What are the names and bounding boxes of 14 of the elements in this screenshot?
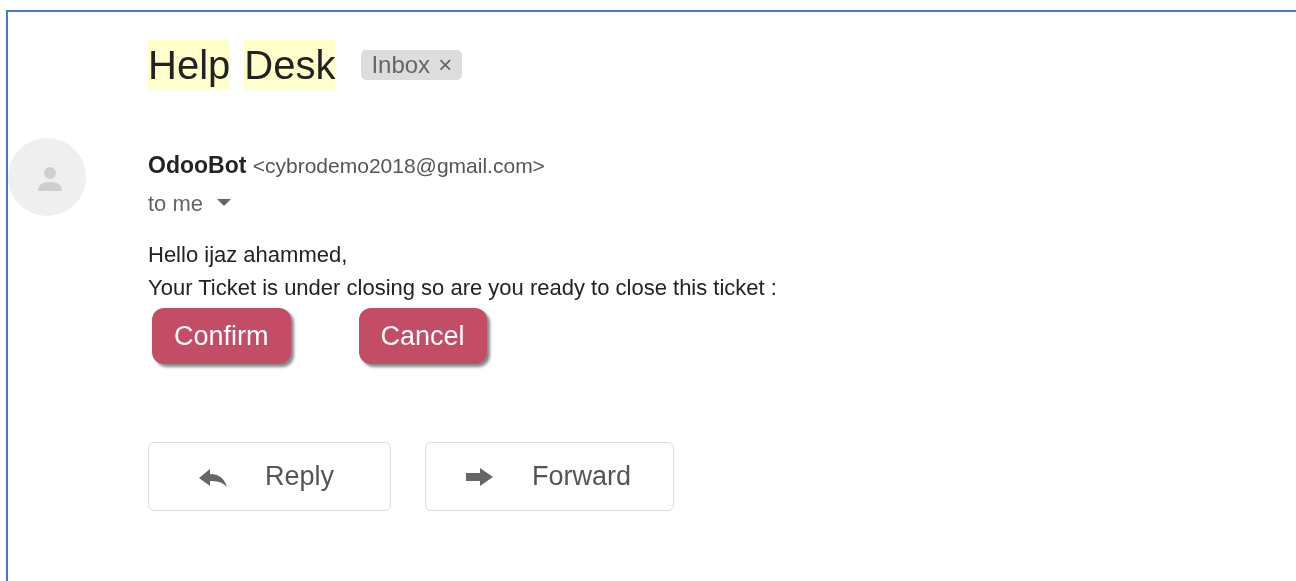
sender-name: OdooBot (148, 152, 247, 178)
cancel-button[interactable]: Cancel (358, 307, 487, 364)
message-text: Hello ijaz ahammed, (148, 240, 349, 269)
forward-button[interactable]: Forward (425, 442, 675, 511)
sender-email: <cybrodemo2018@gmail.com> (252, 154, 545, 177)
dropdown-caret-icon[interactable] (217, 199, 232, 207)
confirm-button[interactable]: Confirm (152, 307, 291, 364)
close-icon[interactable]: × (438, 50, 453, 80)
message-text: Your Ticket is under closing so are you ready to close this ticket : (148, 273, 777, 302)
reply-button[interactable]: Reply (148, 442, 392, 511)
subject-word: Desk (244, 40, 336, 90)
label-text: Inbox (371, 50, 431, 80)
subject-word: Help (148, 40, 231, 90)
recipient-text: to me (148, 189, 204, 218)
